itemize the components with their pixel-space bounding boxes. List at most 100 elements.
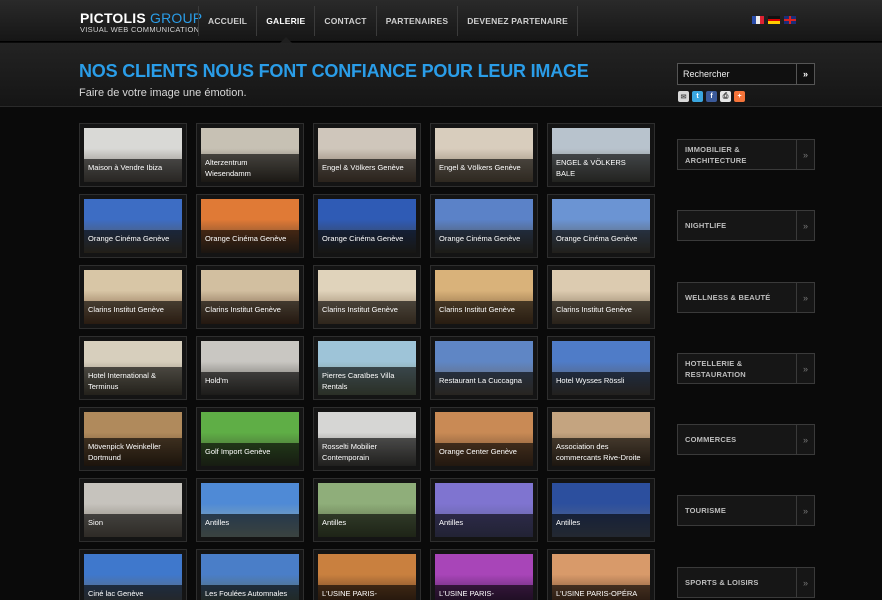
page-header: NOS CLIENTS NOUS FONT CONFIANCE POUR LEU… — [0, 43, 882, 107]
nav-item-accueil[interactable]: ACCUEIL — [199, 0, 256, 42]
gallery-tile[interactable]: Engel & Völkers Genève — [313, 123, 421, 187]
tile-caption: Orange Cinéma Genève — [435, 230, 533, 253]
tile-caption: L'USINE PARIS-OPÉRA — [552, 585, 650, 600]
fr-flag-icon[interactable] — [752, 16, 764, 24]
gallery-tile[interactable]: Engel & Völkers Genève — [430, 123, 538, 187]
panorama-thumbnail: Hotel Wysses Rössli — [552, 341, 650, 395]
nav-item-partenaires[interactable]: PARTENAIRES — [377, 0, 458, 42]
gallery-tile[interactable]: Antilles — [313, 478, 421, 542]
nav-item-galerie[interactable]: GALERIE — [257, 0, 314, 43]
logo-tagline: VISUAL WEB COMMUNICATION — [80, 25, 200, 34]
gallery-tile[interactable]: Clarins Institut Genève — [313, 265, 421, 329]
panorama-thumbnail: Orange Center Genève — [435, 412, 533, 466]
category-button[interactable]: TOURISME » — [677, 495, 815, 526]
panorama-thumbnail: Antilles — [318, 483, 416, 537]
addthis-icon[interactable]: + — [734, 91, 745, 102]
gallery-tile[interactable]: Clarins Institut Genève — [547, 265, 655, 329]
search-box: » — [677, 63, 815, 85]
chevron-right-icon: » — [796, 568, 814, 597]
chevron-right-icon: » — [796, 283, 814, 312]
logo-group: GROUP — [150, 10, 203, 26]
category-label: HOTELLERIE & RESTAURATION — [685, 358, 746, 379]
panorama-thumbnail: L'USINE PARIS- — [435, 554, 533, 600]
tile-caption: Mövenpick Weinkeller Dortmund — [84, 438, 182, 466]
category-label: NIGHTLIFE — [685, 221, 727, 230]
gallery-tile[interactable]: Antilles — [196, 478, 304, 542]
gallery-tile[interactable]: Les Foulées Automnales — [196, 549, 304, 600]
chevron-right-icon: » — [796, 211, 814, 240]
print-icon[interactable]: ⎙ — [720, 91, 731, 102]
tile-caption: Alterzentrum Wiesendamm — [201, 154, 299, 182]
gallery-tile[interactable]: Restaurant La Cuccagna — [430, 336, 538, 400]
gallery-tile[interactable]: Antilles — [430, 478, 538, 542]
gallery-tile[interactable]: Orange Center Genève — [430, 407, 538, 471]
gallery-tile[interactable]: Orange Cinéma Genève — [196, 194, 304, 258]
logo-name: PICTOLIS — [80, 10, 146, 26]
twitter-icon[interactable]: t — [692, 91, 703, 102]
nav-item-devenez-partenaire[interactable]: DEVENEZ PARTENAIRE — [458, 0, 577, 42]
panorama-thumbnail: Ciné lac Genève — [84, 554, 182, 600]
category-button[interactable]: NIGHTLIFE » — [677, 210, 815, 241]
de-flag-icon[interactable] — [768, 16, 780, 25]
panorama-thumbnail: Engel & Völkers Genève — [435, 128, 533, 182]
gallery-tile[interactable]: Golf Import Genève — [196, 407, 304, 471]
gallery-tile[interactable]: L'USINE PARIS-OPÉRA — [547, 549, 655, 600]
gallery-tile[interactable]: Ciné lac Genève — [79, 549, 187, 600]
page-subtitle: Faire de votre image une émotion. — [79, 87, 247, 99]
gallery-tile[interactable]: Alterzentrum Wiesendamm — [196, 123, 304, 187]
gallery-tile[interactable]: Orange Cinéma Genève — [547, 194, 655, 258]
tile-caption: Orange Cinéma Genève — [552, 230, 650, 253]
category-button[interactable]: HOTELLERIE & RESTAURATION » — [677, 353, 815, 384]
panorama-thumbnail: Les Foulées Automnales — [201, 554, 299, 600]
site-logo[interactable]: PICTOLIS GROUP VISUAL WEB COMMUNICATION — [80, 11, 202, 34]
main-nav: ACCUEIL GALERIE CONTACT PARTENAIRES DEVENEZ … — [198, 0, 578, 43]
gallery-tile[interactable]: L'USINE PARIS- — [430, 549, 538, 600]
panorama-thumbnail: Clarins Institut Genève — [435, 270, 533, 324]
gallery-tile[interactable]: Clarins Institut Genève — [196, 265, 304, 329]
tile-caption: L'USINE PARIS- — [435, 585, 533, 600]
gallery-tile[interactable]: Hotel Wysses Rössli — [547, 336, 655, 400]
gallery-tile[interactable]: Clarins Institut Genève — [79, 265, 187, 329]
tile-caption: ENGEL & VÖLKERS BALE — [552, 154, 650, 182]
facebook-icon[interactable]: f — [706, 91, 717, 102]
gallery-tile[interactable]: Sion — [79, 478, 187, 542]
tile-caption: Antilles — [201, 514, 299, 537]
category-button[interactable]: SPORTS & LOISIRS » — [677, 567, 815, 598]
tile-caption: Clarins Institut Genève — [201, 301, 299, 324]
gallery-tile[interactable]: Antilles — [547, 478, 655, 542]
gallery-tile[interactable]: Orange Cinéma Genève — [79, 194, 187, 258]
tile-caption: L'USINE PARIS- — [318, 585, 416, 600]
gallery-tile[interactable]: Mövenpick Weinkeller Dortmund — [79, 407, 187, 471]
gallery-tile[interactable]: Orange Cinéma Genève — [430, 194, 538, 258]
panorama-thumbnail: ENGEL & VÖLKERS BALE — [552, 128, 650, 182]
category-label: IMMOBILIER & ARCHITECTURE — [685, 144, 747, 165]
gallery-tile[interactable]: Pierres Caraïbes Villa Rentals — [313, 336, 421, 400]
gallery-tile[interactable]: Orange Cinéma Genève — [313, 194, 421, 258]
tile-caption: Hold'm — [201, 372, 299, 395]
category-label: TOURISME — [685, 506, 727, 515]
gallery-tile[interactable]: Hold'm — [196, 336, 304, 400]
category-button[interactable]: COMMERCES » — [677, 424, 815, 455]
gallery-tile[interactable]: Association des commercants Rive-Droite — [547, 407, 655, 471]
panorama-thumbnail: Orange Cinéma Genève — [201, 199, 299, 253]
panorama-thumbnail: Sion — [84, 483, 182, 537]
gallery-tile[interactable]: Rosselti Mobilier Contemporain — [313, 407, 421, 471]
gallery-tile[interactable]: Clarins Institut Genève — [430, 265, 538, 329]
category-button[interactable]: WELLNESS & BEAUTÉ » — [677, 282, 815, 313]
gallery-tile[interactable]: Maison à Vendre Ibiza — [79, 123, 187, 187]
panorama-thumbnail: Engel & Völkers Genève — [318, 128, 416, 182]
category-button[interactable]: IMMOBILIER & ARCHITECTURE » — [677, 139, 815, 170]
nav-item-contact[interactable]: CONTACT — [315, 0, 375, 42]
panorama-thumbnail: Clarins Institut Genève — [84, 270, 182, 324]
panorama-thumbnail: L'USINE PARIS-OPÉRA — [552, 554, 650, 600]
search-button[interactable]: » — [796, 64, 814, 84]
page-title: NOS CLIENTS NOUS FONT CONFIANCE POUR LEU… — [79, 61, 589, 81]
chevron-right-icon: » — [796, 140, 814, 169]
gallery-tile[interactable]: ENGEL & VÖLKERS BALE — [547, 123, 655, 187]
gallery-tile[interactable]: Hotel International & Terminus — [79, 336, 187, 400]
email-icon[interactable]: ✉ — [678, 91, 689, 102]
search-input[interactable] — [678, 64, 796, 84]
gallery-tile[interactable]: L'USINE PARIS- — [313, 549, 421, 600]
tile-caption: Antilles — [552, 514, 650, 537]
en-flag-icon[interactable] — [784, 16, 796, 24]
